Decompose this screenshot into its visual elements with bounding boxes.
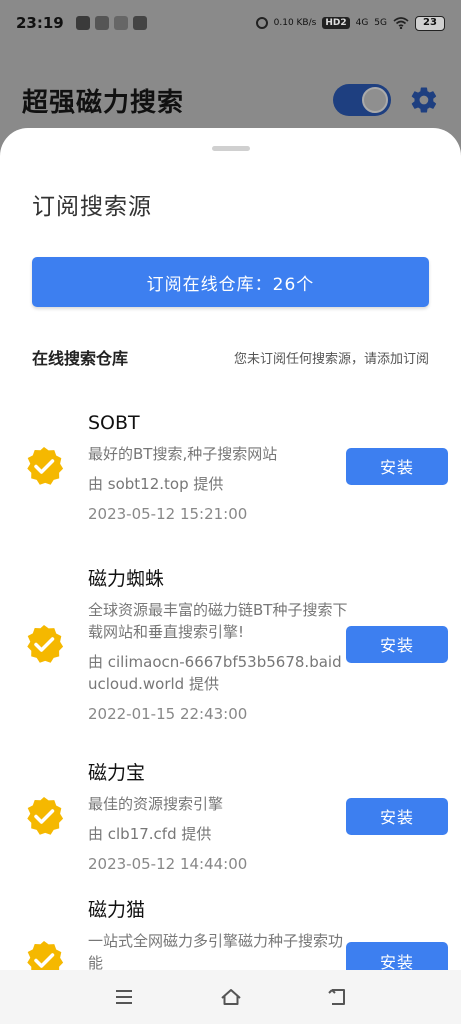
source-time: 2023-05-12 14:44:00 — [88, 855, 248, 873]
home-icon[interactable] — [219, 985, 243, 1009]
navigation-bar — [0, 970, 461, 1024]
source-name: SOBT — [88, 412, 140, 434]
install-button[interactable]: 安装 — [346, 942, 448, 970]
notification-icon — [75, 16, 90, 30]
install-button[interactable]: 安装 — [346, 447, 448, 485]
source-desc: 一站式全网磁力多引擎磁力种子搜索功能 — [88, 932, 344, 970]
status-indicators: 0.10 KB/s HD2 4G 5G 23 — [255, 15, 445, 31]
item-body: 磁力蜘蛛 全球资源最丰富的磁力链BT种子搜索下载网站和垂直搜索引擎! 由 cil… — [88, 563, 348, 725]
item-body: SOBT 最好的BT搜索,种子搜索网站 由 sobt12.top 提供 2023… — [88, 407, 348, 525]
net-speed: 0.10 KB/s — [273, 18, 317, 28]
repo-hint: 您未订阅任何搜索源，请添加订阅 — [233, 351, 429, 367]
toggle-knob — [362, 87, 388, 113]
source-desc: 最好的BT搜索,种子搜索网站 — [88, 445, 278, 463]
list-item: SOBT 最好的BT搜索,种子搜索网站 由 sobt12.top 提供 2023… — [0, 390, 461, 542]
install-button[interactable]: 安装 — [346, 625, 448, 663]
toggle-switch[interactable] — [333, 84, 391, 116]
gear-icon[interactable] — [409, 85, 439, 115]
signal-4g: 4G — [355, 18, 369, 28]
source-name: 磁力蜘蛛 — [88, 568, 165, 590]
install-button[interactable]: 安装 — [346, 797, 448, 835]
app-header: 超强磁力搜索 — [0, 70, 461, 130]
signal-5g: 5G — [374, 18, 387, 28]
subscribe-repo-button[interactable]: 订阅在线仓库：26个 — [32, 257, 429, 307]
app-title: 超强磁力搜索 — [22, 87, 185, 118]
back-icon[interactable] — [326, 985, 350, 1009]
wifi-icon — [393, 17, 409, 29]
subscribe-sheet: 订阅搜索源 订阅在线仓库：26个 在线搜索仓库 您未订阅任何搜索源，请添加订阅 … — [0, 128, 461, 970]
verified-badge-icon — [27, 797, 64, 835]
verified-badge-icon — [27, 941, 64, 970]
status-bar: 23:19 0.10 KB/s HD2 4G 5G 23 — [0, 0, 461, 46]
notification-icon — [113, 16, 128, 30]
status-time: 23:19 — [16, 14, 64, 32]
verified-badge-icon — [27, 447, 64, 485]
source-provider: 由 cilimaocn-6667bf53b5678.baiducloud.wor… — [88, 653, 342, 693]
notification-icon — [132, 16, 147, 30]
list-item: 磁力蜘蛛 全球资源最丰富的磁力链BT种子搜索下载网站和垂直搜索引擎! 由 cil… — [0, 542, 461, 746]
source-list: SOBT 最好的BT搜索,种子搜索网站 由 sobt12.top 提供 2023… — [0, 390, 461, 970]
source-name: 磁力猫 — [88, 899, 146, 921]
drag-handle[interactable] — [211, 146, 250, 151]
list-item: 磁力宝 最佳的资源搜索引擎 由 clb17.cfd 提供 2023-05-12 … — [0, 746, 461, 886]
battery-icon: 23 — [415, 15, 445, 31]
verified-badge-icon — [27, 625, 64, 663]
notification-icons — [75, 16, 147, 30]
sheet-title: 订阅搜索源 — [32, 194, 152, 220]
source-time: 2023-05-12 15:21:00 — [88, 505, 248, 523]
item-body: 磁力宝 最佳的资源搜索引擎 由 clb17.cfd 提供 2023-05-12 … — [88, 757, 348, 875]
source-provider: 由 sobt12.top 提供 — [88, 475, 224, 493]
source-desc: 全球资源最丰富的磁力链BT种子搜索下载网站和垂直搜索引擎! — [88, 601, 348, 641]
menu-icon[interactable] — [112, 985, 136, 1009]
source-time: 2022-01-15 22:43:00 — [88, 705, 248, 723]
item-body: 磁力猫 一站式全网磁力多引擎磁力种子搜索功能 — [88, 894, 348, 970]
hd-badge: HD2 — [322, 17, 350, 29]
source-name: 磁力宝 — [88, 762, 146, 784]
source-desc: 最佳的资源搜索引擎 — [88, 795, 224, 813]
alarm-icon — [255, 17, 268, 29]
source-provider: 由 clb17.cfd 提供 — [88, 825, 212, 843]
list-item: 磁力猫 一站式全网磁力多引擎磁力种子搜索功能 安装 — [0, 886, 461, 970]
repo-label: 在线搜索仓库 — [32, 349, 129, 368]
notification-icon — [94, 16, 109, 30]
repo-header: 在线搜索仓库 您未订阅任何搜索源，请添加订阅 — [32, 345, 429, 369]
